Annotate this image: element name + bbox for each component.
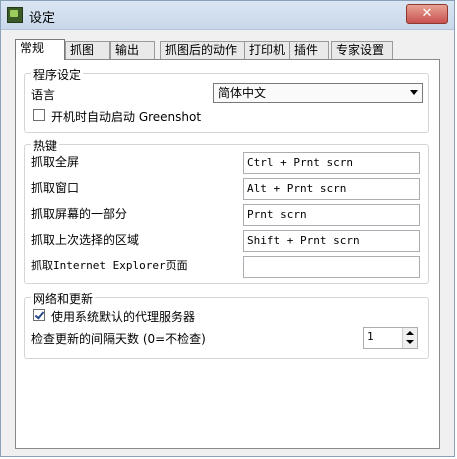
window-title: 设定: [29, 11, 56, 26]
hotkey-label: 抓取上次选择的区域: [31, 233, 140, 247]
hotkeys-group: 热键 抓取全屏 Ctrl + Prnt scrn 抓取窗口 Alt + Prnt…: [24, 137, 429, 284]
hotkey-label: 抓取Internet Explorer页面: [31, 259, 188, 272]
program-settings-title: 程序设定: [31, 66, 84, 83]
tab-general[interactable]: 常规: [15, 39, 65, 60]
hotkey-field-last-region[interactable]: Shift + Prnt scrn: [243, 230, 420, 252]
hotkeys-title: 热键: [31, 137, 60, 154]
update-interval-spinner[interactable]: 1: [363, 327, 418, 349]
tab-capture[interactable]: 抓图: [65, 41, 110, 59]
hotkey-field-ie[interactable]: [243, 256, 420, 278]
hotkey-label: 抓取全屏: [31, 155, 80, 169]
program-settings-group: 程序设定 语言 简体中文 开机时自动启动 Greenshot: [24, 66, 429, 133]
update-interval-label: 检查更新的间隔天数 (0=不检查): [31, 332, 206, 346]
greenshot-app-icon: [7, 7, 23, 23]
spinner-buttons[interactable]: [402, 328, 417, 348]
tab-post-capture-actions[interactable]: 抓图后的动作: [160, 41, 255, 59]
network-update-group: 网络和更新 使用系统默认的代理服务器 检查更新的间隔天数 (0=不检查) 1: [24, 290, 429, 359]
settings-window: 设定 ✕ 常规 抓图 输出 抓图后的动作 打印机 插件 专家设置 程序设定 语言…: [0, 0, 455, 457]
close-button[interactable]: ✕: [406, 4, 448, 24]
language-label: 语言: [31, 88, 56, 102]
hotkey-field-fullscreen[interactable]: Ctrl + Prnt scrn: [243, 152, 420, 174]
tab-output[interactable]: 输出: [110, 41, 155, 59]
hotkey-field-region[interactable]: Prnt scrn: [243, 204, 420, 226]
update-interval-value: 1: [367, 330, 374, 343]
language-selected-value: 简体中文: [218, 86, 267, 100]
spin-up-icon[interactable]: [406, 331, 414, 335]
autostart-label: 开机时自动启动 Greenshot: [51, 110, 202, 124]
general-settings-panel: 程序设定 语言 简体中文 开机时自动启动 Greenshot 热键 抓取全屏 C…: [15, 59, 440, 449]
proxy-label: 使用系统默认的代理服务器: [51, 310, 196, 324]
tab-plugins[interactable]: 插件: [289, 41, 329, 59]
title-bar: 设定 ✕: [1, 1, 454, 30]
language-select[interactable]: 简体中文: [213, 83, 423, 103]
hotkey-label: 抓取窗口: [31, 181, 80, 195]
hotkey-field-window[interactable]: Alt + Prnt scrn: [243, 178, 420, 200]
hotkey-label: 抓取屏幕的一部分: [31, 207, 128, 221]
tab-expert[interactable]: 专家设置: [331, 41, 393, 59]
autostart-checkbox[interactable]: [33, 109, 45, 121]
chevron-down-icon: [410, 90, 418, 95]
tab-printer[interactable]: 打印机: [244, 41, 294, 59]
proxy-checkbox[interactable]: [33, 309, 45, 321]
spin-down-icon[interactable]: [406, 340, 414, 344]
network-update-title: 网络和更新: [31, 290, 96, 307]
